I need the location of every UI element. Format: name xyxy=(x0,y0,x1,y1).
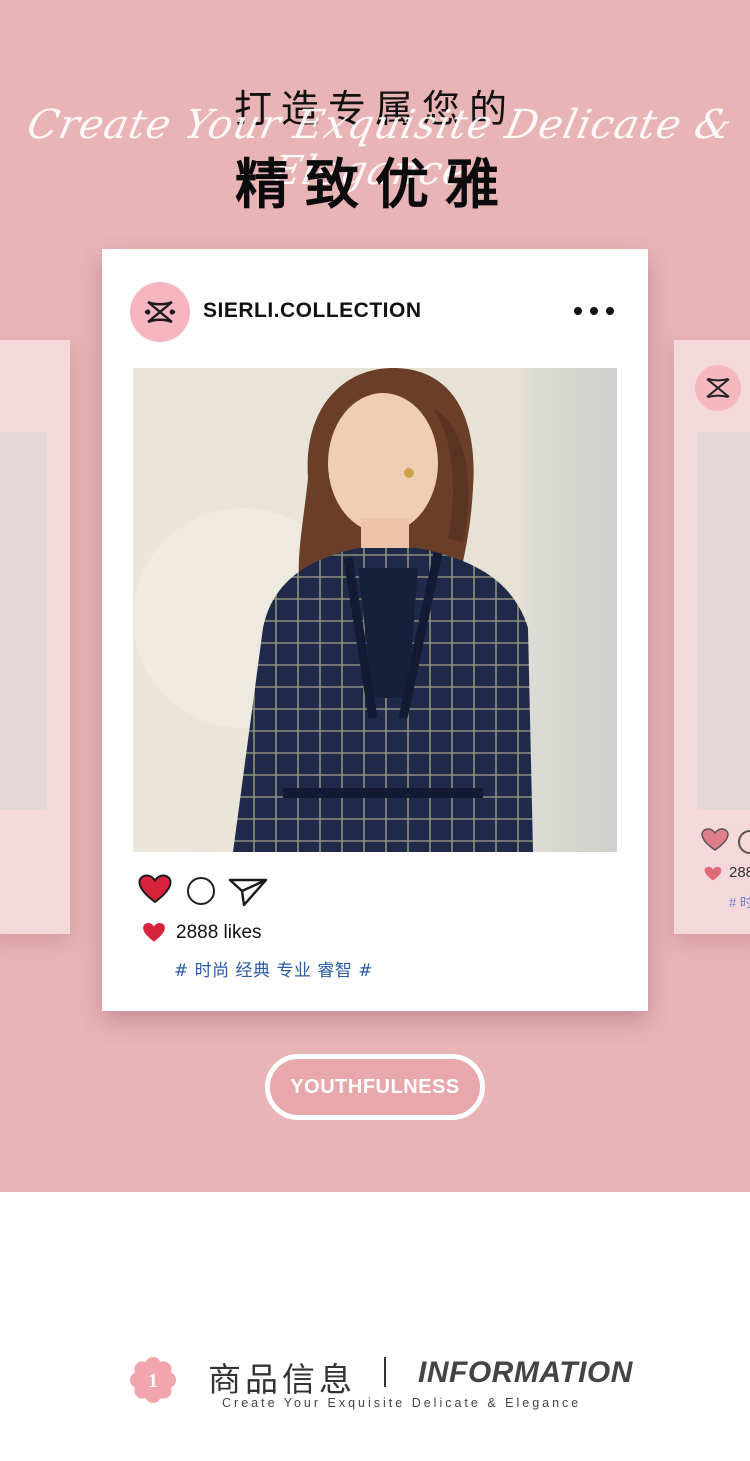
side-card-left-photo xyxy=(0,432,47,810)
flower-number-icon: 1 xyxy=(130,1357,176,1403)
avatar[interactable] xyxy=(130,282,190,342)
info-title-en: INFORMATION xyxy=(418,1356,633,1389)
heart-icon xyxy=(704,866,722,881)
side-card-right: 288 # 时 xyxy=(674,340,750,934)
hero-section: 打造专属您的 Create Your Exquisite Delicate & … xyxy=(0,0,750,1192)
post-card: SIERLI.COLLECTION 2888 likes # 时尚 经典 专业 … xyxy=(102,249,648,1011)
comment-icon[interactable] xyxy=(738,830,750,854)
title-separator xyxy=(384,1357,386,1387)
badge-label: YOUTHFULNESS xyxy=(290,1075,460,1098)
monogram-logo-icon xyxy=(706,378,730,398)
side-card-likes: 288 xyxy=(729,864,750,881)
side-card-left xyxy=(0,340,70,934)
comment-icon[interactable] xyxy=(187,877,215,905)
post-photo[interactable] xyxy=(133,368,617,852)
dot xyxy=(574,307,582,315)
heart-icon[interactable] xyxy=(138,874,172,904)
side-card-right-photo xyxy=(697,432,750,810)
send-icon[interactable] xyxy=(228,877,268,907)
info-subtitle: Create Your Exquisite Delicate & Eleganc… xyxy=(222,1396,582,1410)
likes-count: 2888 likes xyxy=(176,922,262,943)
fashion-model-photo xyxy=(133,368,617,852)
hashtags[interactable]: # 时尚 经典 专业 睿智 # xyxy=(174,956,373,981)
heart-icon xyxy=(143,923,165,942)
post-username[interactable]: SIERLI.COLLECTION xyxy=(203,299,422,323)
info-title-cn: 商品信息 xyxy=(208,1360,356,1399)
side-card-avatar xyxy=(695,365,741,411)
more-dots-icon[interactable] xyxy=(574,303,614,319)
section-number: 1 xyxy=(148,1370,158,1392)
dot xyxy=(590,307,598,315)
headline-cn-main: 精致优雅 xyxy=(235,153,515,216)
heart-icon[interactable] xyxy=(701,828,729,852)
side-card-tags: # 时 xyxy=(729,895,750,910)
monogram-logo-icon xyxy=(144,300,176,324)
dot xyxy=(606,307,614,315)
youthfulness-badge[interactable]: YOUTHFULNESS xyxy=(265,1054,485,1120)
